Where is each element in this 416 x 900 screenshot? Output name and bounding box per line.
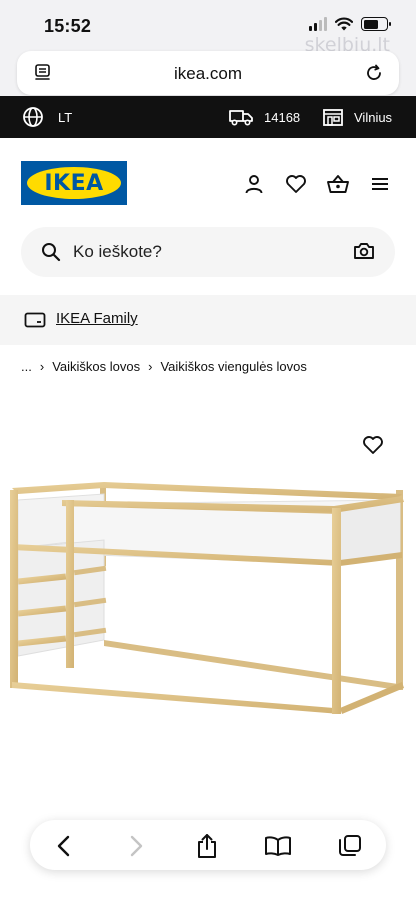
- profile-icon: [245, 175, 263, 194]
- wifi-icon: [335, 17, 353, 31]
- postcode-label: 14168: [264, 109, 301, 125]
- back-icon: [57, 835, 70, 857]
- signal-icon: [309, 17, 327, 31]
- browser-toolbar: [30, 820, 386, 870]
- breadcrumb-separator-icon: ›: [148, 359, 153, 374]
- store-selector[interactable]: Vilnius: [322, 96, 392, 138]
- store-label: Vilnius: [354, 109, 393, 125]
- search-placeholder: Ko ieškote?: [73, 242, 162, 261]
- status-icons: [309, 17, 391, 31]
- truck-icon: [229, 110, 253, 126]
- forward-icon: [130, 835, 143, 857]
- ikea-family-link[interactable]: IKEA Family: [56, 310, 138, 327]
- breadcrumb-item-single-beds[interactable]: Vaikiškos viengulės lovos: [160, 359, 306, 374]
- share-icon: [198, 834, 216, 858]
- status-bar: 15:52 skelbiu.lt: [0, 0, 416, 56]
- menu-button[interactable]: [368, 172, 392, 196]
- menu-icon: [372, 178, 388, 190]
- breadcrumb-separator-icon: ›: [39, 359, 45, 374]
- search-field[interactable]: Ko ieškote?: [21, 227, 395, 277]
- postcode-selector[interactable]: 14168: [228, 96, 300, 138]
- search-icon: [42, 243, 61, 262]
- logo-text: IKEA: [44, 170, 104, 196]
- heart-icon: [363, 436, 383, 454]
- back-button[interactable]: [50, 832, 78, 860]
- forward-button[interactable]: [122, 832, 150, 860]
- basket-button[interactable]: [326, 172, 350, 196]
- favourites-button[interactable]: [284, 172, 308, 196]
- breadcrumb-item-childrens-beds[interactable]: Vaikiškos lovos: [52, 359, 140, 374]
- battery-icon: [361, 17, 391, 31]
- bookmarks-icon: [265, 836, 291, 856]
- store-icon: [323, 109, 343, 126]
- heart-icon: [286, 175, 306, 193]
- breadcrumb: ... › Vaikiškos lovos › Vaikiškos viengu…: [21, 359, 307, 374]
- breadcrumb-ellipsis[interactable]: ...: [21, 359, 32, 374]
- globe-icon: [23, 107, 43, 127]
- share-button[interactable]: [193, 832, 221, 860]
- reload-icon[interactable]: [363, 62, 385, 84]
- language-selector[interactable]: LT: [22, 96, 72, 138]
- product-image[interactable]: [4, 478, 412, 738]
- tabs-button[interactable]: [336, 832, 364, 860]
- basket-icon: [327, 175, 349, 193]
- language-label: LT: [58, 109, 73, 125]
- add-to-favourites-button[interactable]: [362, 435, 384, 460]
- camera-icon[interactable]: [353, 241, 375, 261]
- status-time: 15:52: [44, 16, 92, 36]
- tabs-icon: [339, 835, 361, 856]
- header-actions: [242, 172, 392, 196]
- card-icon: [24, 312, 46, 328]
- ikea-logo[interactable]: IKEA: [21, 161, 127, 205]
- url-text[interactable]: ikea.com: [17, 64, 399, 84]
- ikea-family-band: IKEA Family: [0, 295, 416, 345]
- top-strip: LT 14168 Vilnius: [0, 96, 416, 138]
- url-bar[interactable]: ikea.com: [17, 51, 399, 95]
- page: IKEA Ko ieškote? IKEA Family ... › Vaiki…: [0, 138, 416, 900]
- bookmarks-button[interactable]: [264, 832, 292, 860]
- logo-oval: IKEA: [27, 167, 121, 199]
- profile-button[interactable]: [242, 172, 266, 196]
